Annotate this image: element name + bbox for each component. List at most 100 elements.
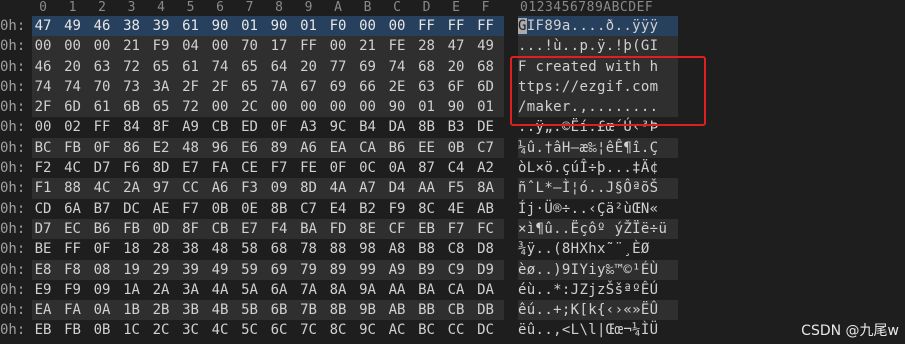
hex-byte[interactable]: 0F — [91, 138, 113, 158]
hex-byte[interactable]: 00 — [32, 36, 54, 56]
ascii-text[interactable]: òL×ö.çúÎ÷þ...‡Ä¢ — [518, 158, 678, 178]
ascii-text[interactable]: Íj·Ü®÷..‹Çä²ùŒN« — [518, 199, 678, 219]
hex-byte[interactable]: FB — [62, 320, 84, 340]
ascii-text[interactable]: ...!ù..p.ÿ.!þ(GI — [518, 36, 678, 57]
ascii-text[interactable]: F created with h — [518, 56, 678, 77]
hex-byte[interactable]: 58 — [239, 239, 261, 259]
hex-byte[interactable]: 0D — [150, 219, 172, 239]
hex-byte[interactable]: D9 — [475, 260, 497, 280]
hex-byte[interactable]: 8B — [268, 199, 290, 219]
hex-byte[interactable]: 08 — [91, 260, 113, 280]
hex-row[interactable]: 0h: F1 88 4C 2A 97 CC A6 F3 09 8D 4A A7 D4 AA F5 8A ñˆL*—… — [0, 178, 905, 199]
hex-bytes[interactable]: EA FA 0A 1B 2B 3B 4B 5B 6B 7B 8B 9B AB BB CB DB — [32, 300, 504, 321]
hex-byte[interactable]: 6D — [475, 77, 497, 97]
hex-row[interactable]: 0h: 00 00 00 21 F9 04 00 70 17 FF 00 21 FE 28 47 49 ...!ù… — [0, 36, 905, 57]
hex-byte[interactable]: CB — [209, 219, 231, 239]
hex-row[interactable]: 0h: F2 4C D7 F6 8D E7 FA CE F7 FE 0F 0C 0A 87 C4 A2 òL×ö.… — [0, 158, 905, 178]
hex-byte[interactable]: 02 — [62, 117, 84, 137]
hex-byte[interactable]: B3 — [445, 117, 467, 137]
hex-byte[interactable]: C8 — [445, 239, 467, 259]
hex-bytes[interactable]: 00 00 00 21 F9 04 00 70 17 FF 00 21 FE 28 47 49 — [32, 36, 504, 57]
hex-byte[interactable]: EA — [32, 300, 54, 320]
hex-byte[interactable]: 77 — [327, 57, 349, 77]
hex-byte[interactable]: 5A — [239, 280, 261, 300]
hex-byte[interactable]: BA — [416, 280, 438, 300]
hex-byte[interactable]: 88 — [327, 239, 349, 259]
hex-byte[interactable]: 6B — [121, 97, 143, 117]
hex-byte[interactable]: F3 — [239, 178, 261, 198]
hex-byte[interactable]: 90 — [209, 16, 231, 36]
hex-byte[interactable]: 0F — [268, 117, 290, 137]
hex-byte[interactable]: 20 — [62, 57, 84, 77]
hex-byte[interactable]: 67 — [298, 77, 320, 97]
hex-byte[interactable]: C4 — [445, 158, 467, 178]
ascii-text[interactable]: ¾ÿ..(8HXhx˜¨¸ÈØ — [518, 239, 678, 259]
hex-byte[interactable]: A8 — [386, 239, 408, 259]
hex-byte[interactable]: FF — [475, 16, 497, 36]
hex-byte[interactable]: 84 — [121, 117, 143, 137]
hex-byte[interactable]: 0A — [91, 300, 113, 320]
ascii-text[interactable]: /maker.,........ — [518, 97, 678, 118]
hex-bytes[interactable]: 47 49 46 38 39 61 90 01 90 01 F0 00 00 FF FF FF — [32, 16, 504, 37]
hex-byte[interactable]: B7 — [91, 199, 113, 219]
hex-row[interactable]: 0h: E9 F9 09 1A 2A 3A 4A 5A 6A 7A 8A 9A AA BA CA DA éù..*… — [0, 280, 905, 300]
hex-byte[interactable]: E9 — [32, 280, 54, 300]
hex-row[interactable]: 0h: 00 02 FF 84 8F A9 CB ED 0F A3 9C B4 DA 8B B3 DE ..ÿ„.… — [0, 117, 905, 137]
hex-byte[interactable]: 01 — [298, 16, 320, 36]
hex-byte[interactable]: 49 — [475, 36, 497, 56]
hex-byte[interactable]: E6 — [239, 138, 261, 158]
hex-byte[interactable]: 00 — [357, 97, 379, 117]
hex-byte[interactable]: 74 — [386, 57, 408, 77]
hex-byte[interactable]: CE — [239, 158, 261, 178]
hex-byte[interactable]: 1A — [121, 280, 143, 300]
hex-bytes[interactable]: E9 F9 09 1A 2A 3A 4A 5A 6A 7A 8A 9A AA BA CA DA — [32, 280, 504, 300]
hex-byte[interactable]: F9 — [62, 280, 84, 300]
hex-bytes[interactable]: BE FF 0F 18 28 38 48 58 68 78 88 98 A8 B8 C8 D8 — [32, 239, 504, 259]
hex-byte[interactable]: 00 — [386, 16, 408, 36]
hex-byte[interactable]: C7 — [298, 199, 320, 219]
hex-byte[interactable]: 3B — [180, 300, 202, 320]
hex-byte[interactable]: 63 — [416, 77, 438, 97]
hex-byte[interactable]: 2A — [121, 178, 143, 198]
hex-bytes[interactable]: CD 6A B7 DC AE F7 0B 0E 8B C7 E4 B2 F9 8C 4E AB — [32, 199, 504, 219]
hex-byte[interactable]: 79 — [298, 260, 320, 280]
hex-bytes[interactable]: 00 02 FF 84 8F A9 CB ED 0F A3 9C B4 DA 8B B3 DE — [32, 117, 504, 137]
hex-byte[interactable]: 64 — [268, 57, 290, 77]
hex-byte[interactable]: 09 — [268, 178, 290, 198]
hex-byte[interactable]: F2 — [32, 158, 54, 178]
hex-byte[interactable]: 0C — [357, 158, 379, 178]
hex-byte[interactable]: FA — [209, 158, 231, 178]
hex-byte[interactable]: 89 — [268, 138, 290, 158]
hex-byte[interactable]: 39 — [150, 16, 172, 36]
hex-byte[interactable]: 5C — [239, 320, 261, 340]
hex-byte[interactable]: A6 — [209, 178, 231, 198]
hex-byte[interactable]: FF — [62, 239, 84, 259]
hex-byte[interactable]: 47 — [445, 36, 467, 56]
hex-byte[interactable]: 90 — [445, 97, 467, 117]
hex-byte[interactable]: 6C — [268, 320, 290, 340]
hex-byte[interactable]: E8 — [32, 260, 54, 280]
hex-byte[interactable]: 65 — [239, 77, 261, 97]
hex-byte[interactable]: 01 — [416, 97, 438, 117]
hex-byte[interactable]: 90 — [386, 97, 408, 117]
hex-byte[interactable]: 99 — [357, 260, 379, 280]
hex-byte[interactable]: FF — [445, 16, 467, 36]
hex-byte[interactable]: E4 — [327, 199, 349, 219]
hex-byte[interactable]: 8A — [475, 178, 497, 198]
hex-byte[interactable]: 70 — [91, 77, 113, 97]
hex-byte[interactable]: 8B — [327, 300, 349, 320]
hex-bytes[interactable]: 74 74 70 73 3A 2F 2F 65 7A 67 69 66 2E 63 6F 6D — [32, 76, 504, 98]
hex-byte[interactable]: 78 — [298, 239, 320, 259]
hex-byte[interactable]: CC — [180, 178, 202, 198]
hex-byte[interactable]: D7 — [91, 158, 113, 178]
hex-byte[interactable]: 8E — [357, 219, 379, 239]
hex-byte[interactable]: 88 — [62, 178, 84, 198]
hex-byte[interactable]: EB — [32, 320, 54, 340]
ascii-text[interactable]: ..ÿ„.©Ëí.£œ´Ú‹³Þ — [518, 117, 678, 137]
hex-byte[interactable]: 2B — [150, 300, 172, 320]
hex-byte[interactable]: E2 — [150, 138, 172, 158]
ascii-text[interactable]: ñˆL*—Ì¦ó..J§ÔªõŠ — [518, 178, 678, 199]
hex-row[interactable]: 0h: E8 F8 08 19 29 39 49 59 69 79 89 99 A9 B9 C9 D9 èø..)… — [0, 259, 905, 280]
hex-byte[interactable]: FF — [416, 16, 438, 36]
hex-row[interactable]: 0h: 74 74 70 73 3A 2F 2F 65 7A 67 69 66 2E 63 6F 6D ttps:… — [0, 76, 905, 98]
